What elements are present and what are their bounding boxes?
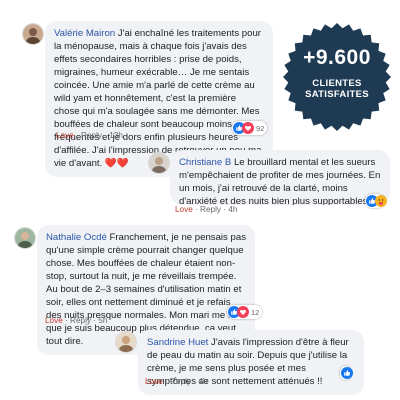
reaction-count: 92 [256,123,265,133]
reaction-summary[interactable] [340,366,353,380]
love-reaction-icon [237,306,249,318]
badge-label-line2: SATISFAITES [305,89,369,100]
reaction-summary[interactable]: 12 [227,305,263,319]
avatar[interactable] [14,227,36,249]
comment-time: 13h [109,131,123,140]
reaction-summary[interactable]: 92 [232,121,268,135]
comment-author[interactable]: Valérie Mairon [54,28,115,39]
comment-author[interactable]: Christiane B [179,157,231,168]
love-link[interactable]: Love [175,205,193,214]
love-link[interactable]: Love [45,316,63,325]
avatar[interactable] [115,331,137,353]
comment-actions: Love · Reply · 13h [56,131,123,140]
reaction-summary[interactable] [365,194,387,208]
comment-actions: Love · Reply · 4h [175,205,238,214]
comment-author[interactable]: Nathalie Ocdé [46,232,107,243]
avatar[interactable] [22,23,44,45]
love-link[interactable]: Love [145,377,163,386]
comment-text: J'ai enchaîné les traitements pour la mé… [54,28,262,169]
care-reaction-icon [375,195,387,207]
like-reaction-icon [341,367,353,379]
badge-seal-shape [283,23,391,131]
comment-time: 5h [98,316,108,325]
badge-number: +9.600 [303,46,371,69]
reply-link[interactable]: Reply [81,131,102,140]
badge-label-line1: CLIENTES [312,78,362,89]
reaction-count: 12 [251,307,260,317]
reply-link[interactable]: Reply [170,377,191,386]
comment-author[interactable]: Sandrine Huet [147,337,208,348]
comment-time: 4h [198,377,208,386]
customer-count-badge: +9.600 CLIENTES SATISFAITES [282,22,392,132]
avatar[interactable] [148,152,170,174]
comment-time: 4h [228,205,238,214]
reply-link[interactable]: Reply [200,205,221,214]
comment-actions: Love · Reply · 5h [45,316,108,325]
love-reaction-icon [242,122,254,134]
comment-bubble: Christiane B Le brouillard mental et les… [170,150,390,205]
reply-link[interactable]: Reply [70,316,91,325]
badge-label: CLIENTES SATISFAITES [282,78,392,100]
comment-actions: Love · Reply · 4h [145,377,208,386]
love-link[interactable]: Love [56,131,74,140]
